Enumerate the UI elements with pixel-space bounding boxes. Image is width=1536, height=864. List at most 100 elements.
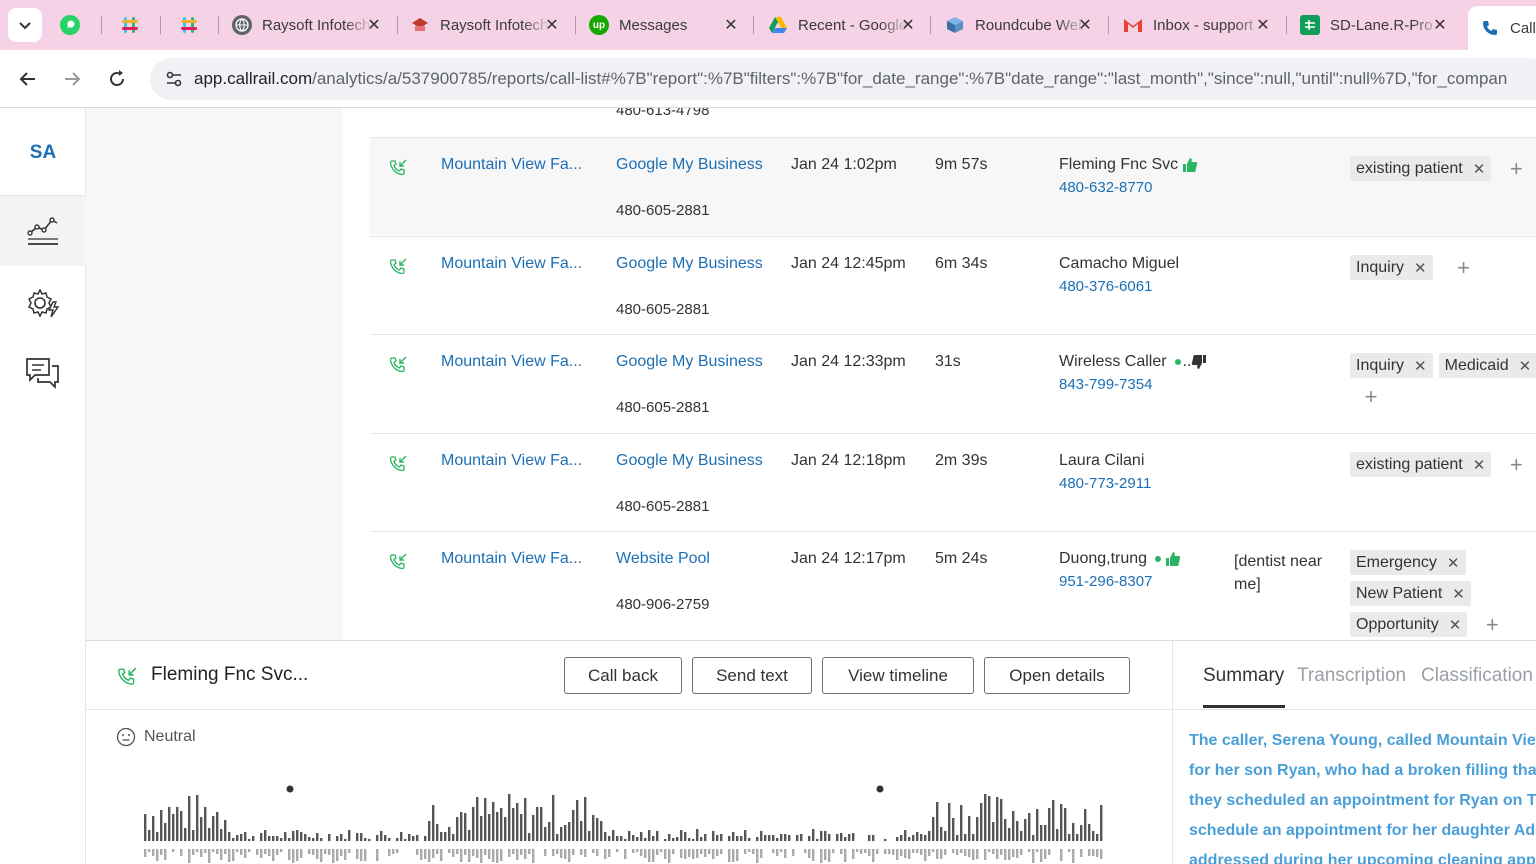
close-tab-icon[interactable]: ✕ [721, 15, 741, 35]
tab-google-sheets[interactable]: SD-Lane.R-Pro ✕ [1300, 6, 1450, 44]
waveform-bar [952, 849, 955, 853]
address-bar[interactable]: app.callrail.com/analytics/a/537900785/r… [150, 58, 1536, 100]
back-button[interactable] [13, 64, 43, 94]
tab-title: Call [1510, 19, 1536, 37]
account-logo[interactable]: SA [0, 142, 86, 164]
tab-gmail[interactable]: Inbox - support ✕ [1123, 6, 1273, 44]
waveform-bar [508, 794, 511, 841]
tab-separator [218, 16, 219, 34]
add-tag-button[interactable]: + [1505, 156, 1527, 181]
waveform-bar [868, 835, 871, 841]
tab-separator [397, 16, 398, 34]
tag-chip: existing patient ✕ [1350, 452, 1492, 477]
sidebar-item-conversations[interactable] [0, 338, 86, 408]
source-link[interactable]: Google My Business [616, 452, 763, 470]
tab-title: Messages [619, 16, 688, 34]
caller-phone-link[interactable]: 480-773-2911 [1059, 475, 1151, 492]
waveform-bar [588, 831, 591, 841]
caller-phone-link[interactable]: 480-376-6061 [1059, 278, 1152, 295]
waveform-bar [784, 834, 787, 841]
tab-slack-2[interactable] [179, 6, 209, 44]
tab-upwork-messages[interactable]: up Messages ✕ [589, 6, 741, 44]
thumbs-up-icon[interactable] [1165, 551, 1181, 567]
close-tab-icon[interactable]: ✕ [898, 15, 918, 35]
chat-icon [26, 358, 59, 390]
company-link[interactable]: Mountain View Fa... [441, 255, 582, 273]
add-tag-button[interactable]: + [1360, 384, 1382, 409]
waveform-bar [336, 836, 339, 841]
close-tab-icon[interactable]: ✕ [1430, 15, 1450, 35]
table-row[interactable]: Mountain View Fa... Google My Business 4… [370, 236, 1536, 334]
company-link[interactable]: Mountain View Fa... [441, 452, 582, 470]
company-link[interactable]: Mountain View Fa... [441, 353, 582, 371]
caller-phone-link[interactable]: 951-296-8307 [1059, 573, 1152, 590]
remove-tag-icon[interactable]: ✕ [1452, 585, 1465, 603]
remove-tag-icon[interactable]: ✕ [1473, 456, 1486, 474]
table-row[interactable]: Mountain View Fa... Google My Business 4… [370, 137, 1536, 235]
remove-tag-icon[interactable]: ✕ [1414, 357, 1427, 375]
tab-whatsapp[interactable] [60, 6, 90, 44]
waveform-bar [344, 849, 347, 860]
tab-raysoft-1[interactable]: Raysoft Infotech ✕ [232, 6, 384, 44]
waveform-bar [964, 849, 967, 856]
waveform-bar [840, 833, 843, 841]
add-tag-button[interactable]: + [1453, 255, 1475, 280]
remove-tag-icon[interactable]: ✕ [1414, 259, 1427, 277]
remove-tag-icon[interactable]: ✕ [1449, 616, 1462, 634]
waveform-bar [212, 849, 215, 852]
waveform-bar [772, 835, 775, 841]
tab-classification[interactable]: Classification [1421, 665, 1533, 687]
view-timeline-button[interactable]: View timeline [822, 657, 974, 694]
sidebar-item-analytics[interactable] [0, 196, 86, 266]
remove-tag-icon[interactable]: ✕ [1447, 554, 1460, 572]
caller-phone-link[interactable]: 843-799-7354 [1059, 376, 1152, 393]
sentiment-label: Neutral [144, 728, 196, 745]
tab-summary[interactable]: Summary [1203, 665, 1284, 687]
thumbs-up-icon[interactable] [1182, 157, 1198, 173]
tab-search-button[interactable] [8, 8, 42, 42]
tab-raysoft-2[interactable]: Raysoft Infotech ✕ [410, 6, 562, 44]
tab-roundcube[interactable]: Roundcube Webmail ✕ [945, 6, 1095, 44]
waveform-bar [212, 816, 215, 841]
summary-line: The caller, Serena Young, called Mountai… [1189, 732, 1536, 749]
company-link[interactable]: Mountain View Fa... [441, 156, 582, 174]
source-link[interactable]: Google My Business [616, 255, 763, 273]
table-row[interactable]: Mountain View Fa... Google My Business 4… [370, 334, 1536, 432]
thumbs-down-icon[interactable] [1191, 354, 1207, 370]
company-link[interactable]: Mountain View Fa... [441, 550, 582, 568]
close-tab-icon[interactable]: ✕ [1075, 15, 1095, 35]
waveform-bar [184, 828, 187, 841]
waveform-bar [976, 849, 979, 859]
table-row[interactable]: Mountain View Fa... Website Pool 480-906… [370, 531, 1536, 640]
add-tag-button[interactable]: + [1505, 452, 1527, 477]
call-audio-waveform[interactable] [144, 781, 1114, 864]
caller-phone-link[interactable]: 480-632-8770 [1059, 179, 1152, 196]
tab-slack-1[interactable] [120, 6, 150, 44]
send-text-button[interactable]: Send text [692, 657, 812, 694]
tab-callrail-active[interactable]: Call [1468, 6, 1536, 50]
source-link[interactable]: Google My Business [616, 353, 763, 371]
waveform-bar [932, 817, 935, 841]
forward-button[interactable] [57, 64, 87, 94]
remove-tag-icon[interactable]: ✕ [1473, 160, 1486, 178]
close-tab-icon[interactable]: ✕ [542, 15, 562, 35]
tab-transcription[interactable]: Transcription [1297, 665, 1406, 687]
table-row[interactable]: Mountain View Fa... Google My Business 4… [370, 433, 1536, 531]
waveform-bar [1016, 821, 1019, 841]
source-link[interactable]: Website Pool [616, 550, 710, 568]
site-info-icon[interactable] [154, 58, 194, 100]
waveform-bar [440, 832, 443, 841]
waveform-bar [668, 849, 671, 863]
add-tag-button[interactable]: + [1481, 612, 1503, 637]
close-tab-icon[interactable]: ✕ [1253, 15, 1273, 35]
open-details-button[interactable]: Open details [984, 657, 1130, 694]
call-back-button[interactable]: Call back [564, 657, 682, 694]
close-tab-icon[interactable]: ✕ [364, 15, 384, 35]
remove-tag-icon[interactable]: ✕ [1519, 357, 1532, 375]
sidebar-item-settings[interactable] [0, 269, 86, 339]
waveform-bar [208, 849, 211, 863]
source-link[interactable]: Google My Business [616, 156, 763, 174]
tab-google-drive[interactable]: Recent - Google Drive ✕ [768, 6, 918, 44]
waveform-bar [912, 835, 915, 841]
reload-button[interactable] [102, 64, 132, 94]
